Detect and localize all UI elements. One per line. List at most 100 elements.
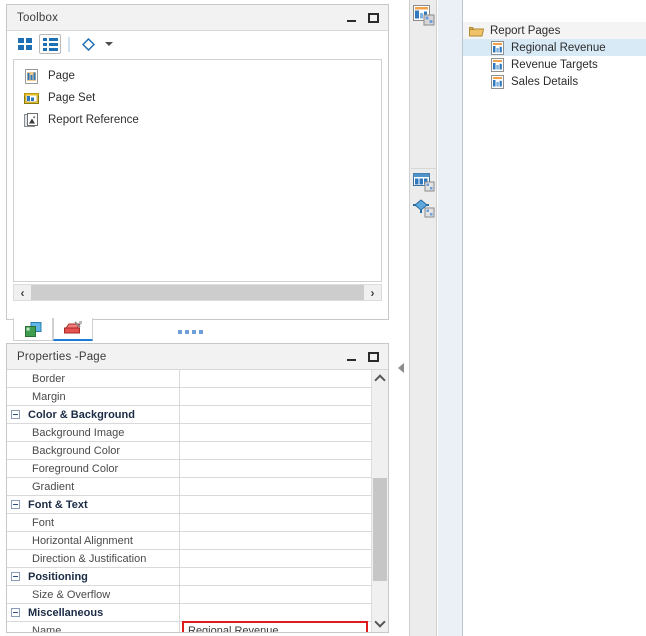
property-row[interactable]: Color & Background	[7, 406, 371, 424]
property-row[interactable]: Horizontal Alignment	[7, 532, 371, 550]
property-value-cell[interactable]	[180, 406, 371, 423]
drag-dot	[185, 330, 189, 334]
property-value-cell[interactable]	[180, 424, 371, 441]
page-icon	[25, 68, 38, 84]
property-row[interactable]: Name Regional Revenue	[7, 621, 371, 632]
property-name-cell: Miscellaneous	[25, 604, 180, 621]
scrollbar-track[interactable]	[31, 285, 364, 300]
properties-row-container: Border Margin Color & Background Background…	[7, 370, 371, 632]
property-name-cell: Font	[25, 514, 180, 531]
collapse-pane-arrow-icon[interactable]	[398, 363, 404, 373]
property-row[interactable]: Background Image	[7, 424, 371, 442]
property-name-cell: Background Image	[25, 424, 180, 441]
property-value-cell[interactable]	[180, 568, 371, 585]
property-value-cell[interactable]	[180, 442, 371, 459]
highlighted-value-field[interactable]: Regional Revenue	[182, 621, 368, 632]
toolbox-item-label: Page Set	[48, 92, 96, 104]
properties-minimize-button[interactable]	[345, 351, 358, 364]
property-value-cell[interactable]	[180, 586, 371, 603]
property-row[interactable]: Positioning	[7, 568, 371, 586]
property-value-cell[interactable]	[180, 460, 371, 477]
collapse-group-icon[interactable]	[11, 500, 20, 509]
panel-drag-handle[interactable]	[178, 330, 203, 334]
scrollbar-track[interactable]	[372, 387, 388, 615]
tree-item-revenue-targets[interactable]: Revenue Targets	[463, 56, 646, 73]
report-pages-children: Regional Revenue Revenue Targets Sales Det…	[463, 39, 646, 90]
report-pages-pane: Report Pages Regional Revenue Revenue Tar…	[438, 0, 646, 636]
toolbox-filter-dropdown-button[interactable]	[102, 34, 116, 54]
toolbox-item-label: Page	[48, 70, 75, 82]
tree-item-regional-revenue[interactable]: Regional Revenue	[463, 39, 646, 56]
toolbox-list-view-button[interactable]	[39, 34, 61, 54]
property-row[interactable]: Foreground Color	[7, 460, 371, 478]
row-gutter	[7, 442, 25, 459]
property-row[interactable]: Margin	[7, 388, 371, 406]
toolbox-grid-view-button[interactable]	[14, 34, 36, 54]
group-expander-cell[interactable]	[7, 496, 25, 513]
toolbox-tab-objects[interactable]	[13, 318, 53, 341]
collapse-group-icon[interactable]	[11, 572, 20, 581]
property-value-cell[interactable]	[180, 532, 371, 549]
collapse-group-icon[interactable]	[11, 608, 20, 617]
condition-explorer-button[interactable]	[411, 195, 437, 221]
pane-splitter[interactable]	[395, 0, 409, 636]
toolbox-tab-palette[interactable]	[53, 318, 93, 341]
property-name-cell: Positioning	[25, 568, 180, 585]
properties-maximize-button[interactable]	[367, 351, 380, 364]
toolbox-maximize-button[interactable]	[367, 12, 380, 25]
row-gutter	[7, 460, 25, 477]
row-gutter	[7, 424, 25, 441]
property-name-cell: Font & Text	[25, 496, 180, 513]
left-dock-column: Toolbox Page Page Set Report Reference ‹…	[0, 0, 395, 636]
scroll-down-button[interactable]	[372, 615, 388, 632]
scroll-left-arrow-icon[interactable]: ‹	[14, 285, 31, 300]
group-expander-cell[interactable]	[7, 406, 25, 423]
page-explorer-button[interactable]	[411, 2, 437, 28]
property-value-cell[interactable]	[180, 388, 371, 405]
group-expander-cell[interactable]	[7, 568, 25, 585]
scrollbar-thumb[interactable]	[373, 478, 387, 581]
property-value-cell[interactable]	[180, 370, 371, 387]
toolbox-item-list[interactable]: Page Page Set Report Reference	[13, 59, 382, 282]
toolbox-panel: Toolbox Page Page Set Report Reference ‹…	[6, 4, 389, 341]
property-row[interactable]: Gradient	[7, 478, 371, 496]
property-row[interactable]: Font & Text	[7, 496, 371, 514]
toolbox-item-page-set[interactable]: Page Set	[14, 87, 381, 109]
scroll-up-button[interactable]	[372, 370, 388, 387]
diamond-filter-icon	[81, 37, 95, 51]
toolbox-filter-button[interactable]	[77, 34, 99, 54]
property-row[interactable]: Font	[7, 514, 371, 532]
property-value-cell[interactable]	[180, 514, 371, 531]
application-window: Toolbox Page Page Set Report Reference ‹…	[0, 0, 646, 636]
toolbox-item-page[interactable]: Page	[14, 65, 381, 87]
row-gutter	[7, 388, 25, 405]
property-name-cell: Direction & Justification	[25, 550, 180, 567]
property-row[interactable]: Background Color	[7, 442, 371, 460]
property-row[interactable]: Miscellaneous	[7, 604, 371, 622]
properties-vertical-scrollbar[interactable]	[371, 370, 388, 632]
collapse-group-icon[interactable]	[11, 410, 20, 419]
tree-item-sales-details[interactable]: Sales Details	[463, 73, 646, 90]
explorer-button-group	[411, 168, 437, 221]
row-gutter	[7, 550, 25, 567]
toolbox-horizontal-scrollbar[interactable]: ‹ ›	[13, 284, 382, 301]
property-value-cell[interactable]	[180, 604, 371, 621]
property-row[interactable]: Border	[7, 370, 371, 388]
toolbox-minimize-button[interactable]	[345, 12, 358, 25]
property-row[interactable]: Size & Overflow	[7, 586, 371, 604]
tree-root-report-pages[interactable]: Report Pages	[463, 22, 646, 39]
page-icon-wrapper	[491, 74, 504, 89]
toolbox-item-report-reference[interactable]: Report Reference	[14, 109, 381, 131]
scroll-right-arrow-icon[interactable]: ›	[364, 285, 381, 300]
property-value-cell[interactable]	[180, 550, 371, 567]
property-value-cell[interactable]: Regional Revenue	[180, 621, 371, 632]
scrollbar-thumb[interactable]	[31, 285, 364, 300]
property-row[interactable]: Direction & Justification	[7, 550, 371, 568]
property-value-cell[interactable]	[180, 478, 371, 495]
row-gutter	[7, 586, 25, 603]
query-explorer-icon	[413, 173, 435, 192]
query-explorer-button[interactable]	[411, 169, 437, 195]
group-expander-cell[interactable]	[7, 604, 25, 621]
toolbar-separator	[68, 36, 70, 52]
property-value-cell[interactable]	[180, 496, 371, 513]
